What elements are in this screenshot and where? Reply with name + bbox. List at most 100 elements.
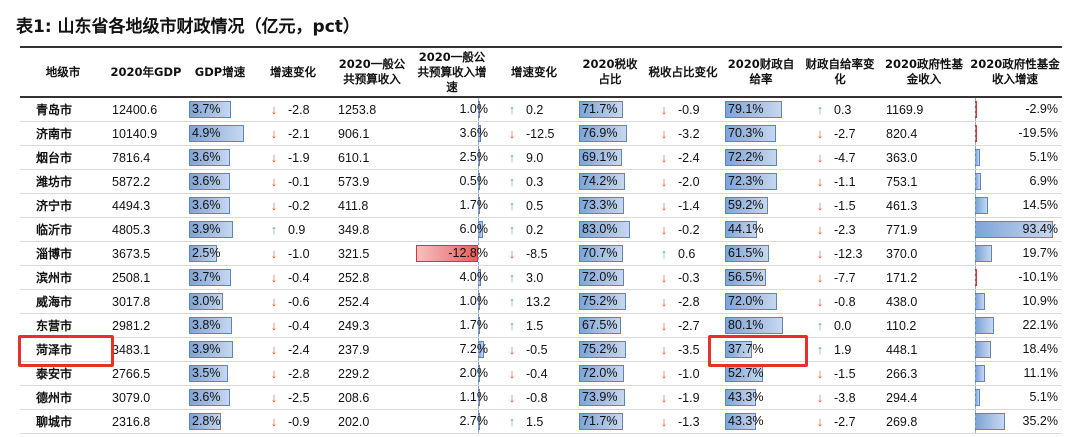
cell-value: 淄博市 bbox=[36, 247, 73, 261]
data-bar bbox=[975, 413, 1005, 430]
table-row: 泰安市 2766.5 3.5% ↓ -2.8 229.2 2.0% ↓ -0.4 72.0% ↓ -1… bbox=[20, 361, 1062, 386]
table-cell: 6.0% bbox=[412, 217, 492, 242]
cell-value: 威海市 bbox=[36, 295, 73, 309]
cell-value: 青岛市 bbox=[36, 103, 73, 117]
arrow-down-icon: ↓ bbox=[270, 246, 278, 261]
arrow-down-icon: ↓ bbox=[660, 390, 668, 405]
data-bar bbox=[975, 293, 985, 310]
col-growth-change: 增速变化 bbox=[254, 46, 332, 98]
cell-value: 266.3 bbox=[886, 366, 918, 381]
bar-cell-box: 3.5% bbox=[186, 362, 254, 385]
col-fund-growth: 2020政府性基金收入增速 bbox=[968, 46, 1062, 98]
bar-cell-box: 3.6% bbox=[412, 122, 492, 145]
table-cell: ↓ -1.9 bbox=[644, 385, 722, 410]
cell-value: 237.9 bbox=[338, 342, 370, 357]
zero-axis-line bbox=[975, 410, 977, 433]
table-row: 德州市 3079.0 3.6% ↓ -2.5 208.6 1.1% ↓ -0.8 73.9% ↓ -1… bbox=[20, 385, 1062, 410]
col-tax-share-change: 税收占比变化 bbox=[644, 46, 722, 98]
table-cell: 14.5% bbox=[968, 193, 1062, 218]
bar-cell-box: 6.0% bbox=[412, 218, 492, 241]
table-cell: 19.7% bbox=[968, 241, 1062, 266]
change-value: -2.0 bbox=[678, 175, 700, 189]
cell-value: 72.0% bbox=[582, 270, 618, 284]
arrow-down-icon: ↓ bbox=[816, 294, 824, 309]
cell-value: 泰安市 bbox=[36, 367, 73, 381]
arrow-up-icon: ↑ bbox=[816, 102, 824, 117]
table-cell: 266.3 bbox=[880, 361, 968, 386]
cell-value: 72.0% bbox=[582, 366, 618, 380]
change-value: -2.7 bbox=[834, 127, 856, 141]
cell-value: 249.3 bbox=[338, 318, 370, 333]
cell-value: 5.1% bbox=[1029, 150, 1059, 164]
bar-cell-box: 5.1% bbox=[968, 386, 1062, 409]
change-value: -1.0 bbox=[678, 367, 700, 381]
cell-value: 76.9% bbox=[582, 126, 618, 140]
table-cell: 79.1% bbox=[722, 97, 800, 122]
table-cell: 18.4% bbox=[968, 337, 1062, 362]
cell-value: -10.1% bbox=[1018, 270, 1058, 284]
table-cell: 252.8 bbox=[332, 265, 412, 290]
cell-value: 3.8% bbox=[192, 318, 221, 332]
cell-value: 4.0% bbox=[459, 270, 489, 284]
cell-value: 烟台市 bbox=[36, 151, 73, 165]
cell-value: 7.2% bbox=[459, 342, 489, 356]
table-row: 东营市 2981.2 3.8% ↓ -0.4 249.3 1.7% ↑ 1.5 67.5% ↓ -2.… bbox=[20, 313, 1062, 338]
table-cell: ↓ -0.8 bbox=[492, 385, 576, 410]
change-value: -2.4 bbox=[678, 151, 700, 165]
arrow-down-icon: ↓ bbox=[270, 318, 278, 333]
bar-cell-box: 70.3% bbox=[722, 122, 800, 145]
cell-value: 69.1% bbox=[582, 150, 618, 164]
col-self-sufficiency: 2020财政自给率 bbox=[722, 46, 800, 98]
table-cell: 229.2 bbox=[332, 361, 412, 386]
table-cell: ↓ -3.2 bbox=[644, 121, 722, 146]
table-cell: 2.7% bbox=[412, 409, 492, 434]
header-row: 地级市 2020年GDP GDP增速 增速变化 2020一般公共预算收入 202… bbox=[20, 46, 1062, 98]
bar-cell-box: 3.7% bbox=[186, 98, 254, 121]
col-budget-growth: 2020一般公共预算收入增速 bbox=[412, 46, 492, 98]
bar-cell-box: 72.0% bbox=[576, 266, 644, 289]
table-cell: 2.0% bbox=[412, 361, 492, 386]
arrow-down-icon: ↓ bbox=[270, 174, 278, 189]
data-bar bbox=[975, 365, 985, 382]
bar-cell-box: 0.5% bbox=[412, 170, 492, 193]
zero-axis-line bbox=[975, 314, 977, 337]
table-cell: ↓ -0.5 bbox=[492, 337, 576, 362]
table-cell: 7.2% bbox=[412, 337, 492, 362]
table-cell: 72.0% bbox=[576, 265, 644, 290]
table-cell: 294.4 bbox=[880, 385, 968, 410]
table-cell: 潍坊市 bbox=[20, 169, 106, 194]
change-value: -2.7 bbox=[834, 415, 856, 429]
cell-value: 3.7% bbox=[192, 270, 221, 284]
arrow-down-icon: ↓ bbox=[816, 222, 824, 237]
table-cell: 2.5% bbox=[186, 241, 254, 266]
cell-value: -2.9% bbox=[1025, 102, 1058, 116]
cell-value: 12400.6 bbox=[112, 102, 158, 117]
cell-value: 3.5% bbox=[192, 366, 221, 380]
cell-value: 72.3% bbox=[728, 174, 764, 188]
cell-value: 93.4% bbox=[1022, 222, 1058, 236]
bar-cell-box: 2.8% bbox=[186, 410, 254, 433]
table-cell: ↓ -0.4 bbox=[254, 265, 332, 290]
table-cell: 4494.3 bbox=[106, 193, 186, 218]
arrow-down-icon: ↓ bbox=[816, 126, 824, 141]
table-cell: ↑ 0.5 bbox=[492, 193, 576, 218]
cell-value: 110.2 bbox=[886, 318, 917, 333]
table-cell: 3.5% bbox=[186, 361, 254, 386]
bar-cell-box: 72.2% bbox=[722, 146, 800, 169]
cell-value: 2.7% bbox=[459, 414, 489, 428]
change-value: -0.9 bbox=[288, 415, 310, 429]
change-value: -1.1 bbox=[834, 175, 856, 189]
arrow-down-icon: ↓ bbox=[270, 390, 278, 405]
bar-cell-box: 75.2% bbox=[576, 338, 644, 361]
cell-value: 19.7% bbox=[1022, 246, 1058, 260]
table-cell: 370.0 bbox=[880, 241, 968, 266]
table-cell: 德州市 bbox=[20, 385, 106, 410]
bar-cell-box: 73.9% bbox=[576, 386, 644, 409]
table-cell: ↑ 1.9 bbox=[800, 337, 880, 362]
bar-cell-box: 44.1% bbox=[722, 218, 800, 241]
bar-cell-box: 59.2% bbox=[722, 194, 800, 217]
cell-value: 411.8 bbox=[338, 198, 369, 213]
table-cell: ↓ -1.1 bbox=[800, 169, 880, 194]
cell-value: 79.1% bbox=[728, 102, 764, 116]
bar-cell-box: 72.3% bbox=[722, 170, 800, 193]
